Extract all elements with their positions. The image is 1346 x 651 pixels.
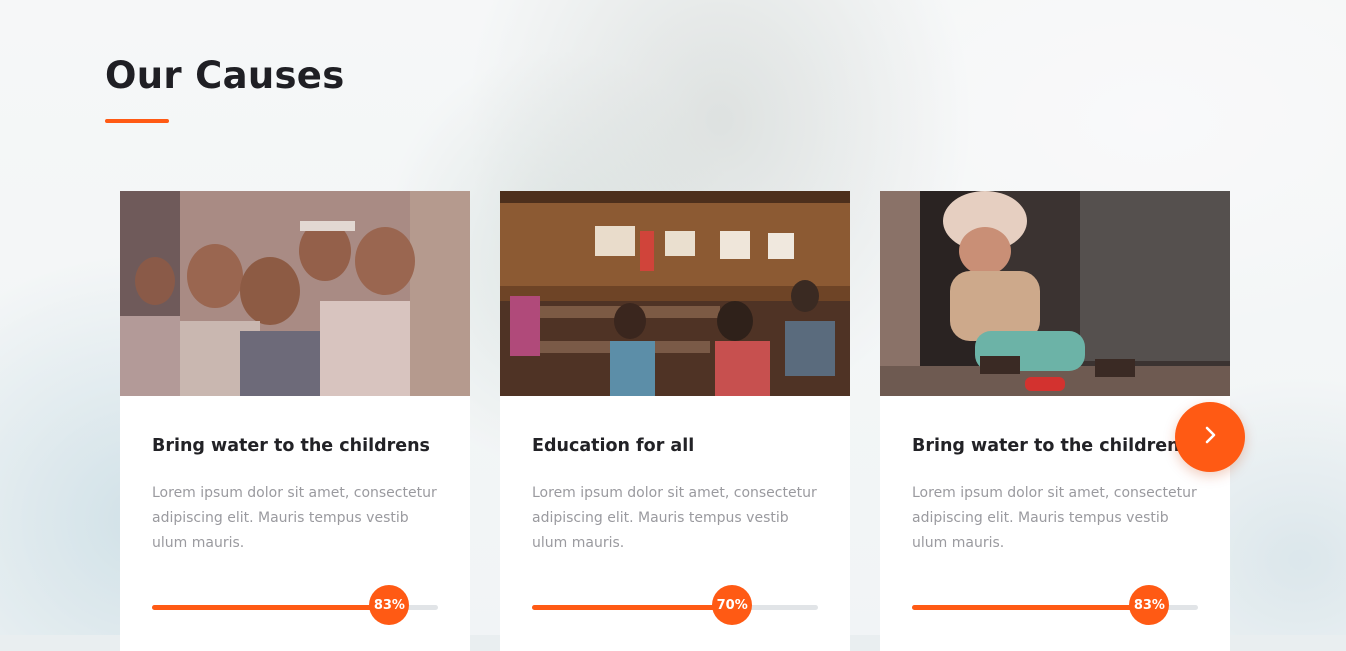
carousel-next-button[interactable] <box>1175 402 1245 472</box>
progress-badge: 70% <box>712 585 753 625</box>
cause-description: Lorem ipsum dolor sit amet, consectetur … <box>152 485 437 551</box>
progress-bar: 70% <box>532 585 818 625</box>
progress-fill <box>912 605 1150 610</box>
progress-badge: 83% <box>369 585 410 625</box>
progress-bar: 83% <box>152 585 438 625</box>
cause-description: Lorem ipsum dolor sit amet, consectetur … <box>912 485 1197 551</box>
chevron-right-icon <box>1199 424 1221 450</box>
cause-image-child-playing[interactable] <box>880 191 1230 396</box>
progress-fill <box>532 605 733 610</box>
cause-description: Lorem ipsum dolor sit amet, consectetur … <box>532 485 817 551</box>
progress-badge: 83% <box>1129 585 1170 625</box>
cause-image-classroom[interactable] <box>500 191 850 396</box>
progress-fill <box>152 605 390 610</box>
cause-card[interactable]: Bring water to the childrens Lorem ipsum… <box>120 191 470 651</box>
cause-image-children-group[interactable] <box>120 191 470 396</box>
cause-title[interactable]: Bring water to the childrens <box>152 436 430 456</box>
cause-title[interactable]: Education for all <box>532 436 694 456</box>
section-title: Our Causes <box>105 54 345 97</box>
cause-card[interactable]: Education for all Lorem ipsum dolor sit … <box>500 191 850 651</box>
title-underline <box>105 119 169 123</box>
cause-title[interactable]: Bring water to the childrens <box>912 436 1190 456</box>
progress-bar: 83% <box>912 585 1198 625</box>
